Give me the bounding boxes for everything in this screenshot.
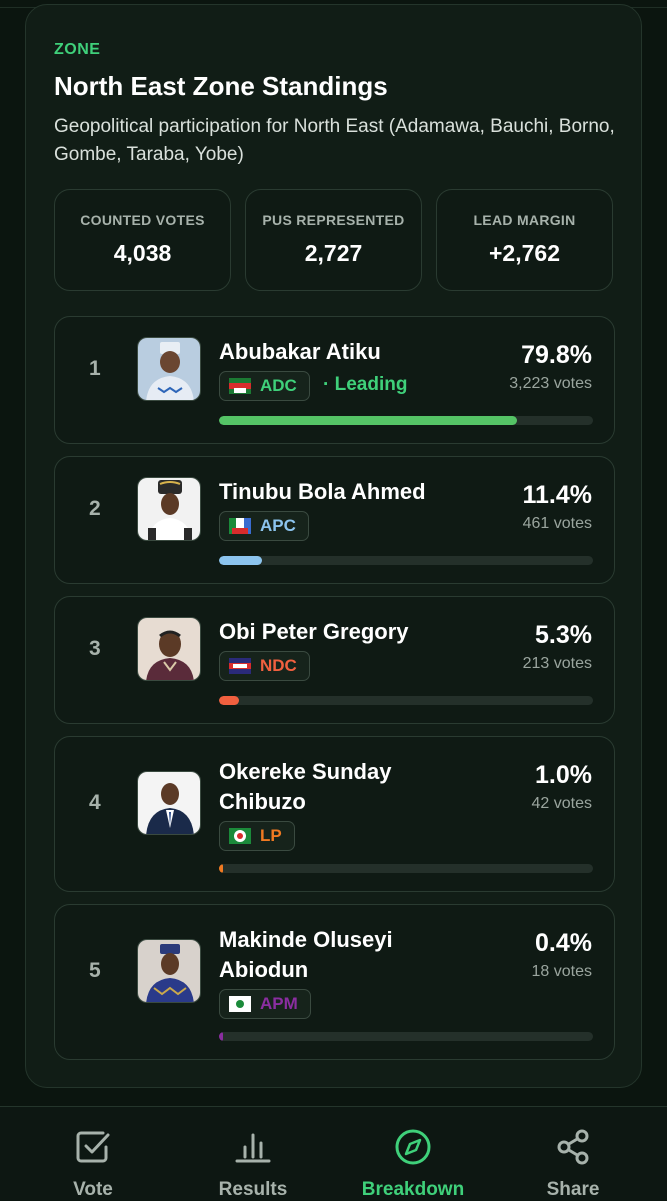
candidate-percent: 0.4% <box>535 929 592 957</box>
party-badge: APM <box>219 989 311 1019</box>
adc-flag-icon <box>229 378 251 394</box>
candidate-avatar <box>137 939 201 1003</box>
candidate-percent: 79.8% <box>521 341 592 369</box>
party-label: LP <box>260 826 282 845</box>
nav-label: Vote <box>73 1179 113 1200</box>
stat-value: 2,727 <box>304 240 363 266</box>
candidate-percent: 1.0% <box>535 761 592 789</box>
vote-share-fill <box>219 1032 223 1041</box>
compass-icon <box>395 1129 431 1165</box>
party-label: APC <box>260 516 296 535</box>
candidate-rank: 2 <box>89 497 101 520</box>
party-label: ADC <box>260 376 297 395</box>
vote-share-bar <box>219 1032 593 1041</box>
party-label: NDC <box>260 656 297 675</box>
candidate-name: Abubakar Atiku <box>219 339 381 364</box>
bar-chart-icon <box>235 1133 271 1163</box>
party-badge: ADC <box>219 371 310 401</box>
nav-item-vote[interactable]: Vote <box>10 1107 176 1201</box>
party-label: APM <box>260 994 298 1013</box>
zone-tag: ZONE <box>54 41 101 58</box>
stat-lead-margin: LEAD MARGIN +2,762 <box>436 189 613 291</box>
vote-share-bar <box>219 864 593 873</box>
candidate-votes: 3,223 votes <box>509 375 592 392</box>
apm-flag-icon <box>229 996 251 1012</box>
stat-pus-represented: PUS REPRESENTED 2,727 <box>245 189 422 291</box>
candidate-row[interactable]: 2 Tinubu Bola Ahmed APC 11.4% 461 votes <box>54 456 615 584</box>
candidate-rank: 4 <box>89 791 101 814</box>
stat-label: COUNTED VOTES <box>80 212 205 228</box>
candidate-row[interactable]: 5 Makinde Oluseyi Abiodun APM 0.4% 18 vo… <box>54 904 615 1060</box>
vote-share-fill <box>219 556 262 565</box>
stat-counted-votes: COUNTED VOTES 4,038 <box>54 189 231 291</box>
candidate-name: Makinde Oluseyi Abiodun <box>219 927 393 982</box>
nav-label: Share <box>546 1179 600 1200</box>
stat-value: +2,762 <box>489 240 560 266</box>
checkbox-icon <box>76 1131 110 1163</box>
candidate-votes: 461 votes <box>522 515 592 532</box>
candidate-votes: 18 votes <box>531 963 592 980</box>
leading-status: · Leading <box>323 374 408 395</box>
vote-share-fill <box>219 864 223 873</box>
nav-label: Breakdown <box>361 1179 465 1200</box>
candidate-votes: 42 votes <box>531 795 592 812</box>
candidate-avatar <box>137 771 201 835</box>
zone-standings-card: ZONE North East Zone Standings Geopoliti… <box>25 4 642 1088</box>
stat-label: PUS REPRESENTED <box>262 212 405 228</box>
candidate-row[interactable]: 4 Okereke Sunday Chibuzo LP 1.0% 42 vote… <box>54 736 615 892</box>
candidate-votes: 213 votes <box>522 655 592 672</box>
stat-label: LEAD MARGIN <box>473 212 576 228</box>
party-badge: LP <box>219 821 295 851</box>
apc-flag-icon <box>229 518 251 534</box>
candidate-percent: 5.3% <box>535 621 592 649</box>
ndc-flag-icon <box>229 658 251 674</box>
vote-share-fill <box>219 416 518 425</box>
candidate-name: Tinubu Bola Ahmed <box>219 479 426 504</box>
candidate-name: Obi Peter Gregory <box>219 619 409 644</box>
nav-item-results[interactable]: Results <box>170 1107 336 1201</box>
candidate-rank: 5 <box>89 959 101 982</box>
vote-share-fill <box>219 696 239 705</box>
vote-share-bar <box>219 556 593 565</box>
candidate-rank: 1 <box>89 357 101 380</box>
lp-flag-icon <box>229 828 251 844</box>
candidate-avatar <box>137 617 201 681</box>
candidate-name: Okereke Sunday Chibuzo <box>219 759 392 814</box>
bottom-nav: Vote Results Breakdown Share <box>0 1106 667 1200</box>
share-icon <box>557 1129 589 1165</box>
stat-value: 4,038 <box>113 240 172 266</box>
page-title: North East Zone Standings <box>54 71 388 101</box>
candidate-percent: 11.4% <box>522 481 592 509</box>
candidate-avatar <box>137 337 201 401</box>
nav-item-breakdown[interactable]: Breakdown <box>330 1107 496 1201</box>
party-badge: NDC <box>219 651 310 681</box>
candidate-row[interactable]: 1 Abubakar Atiku ADC · Leading 79.8% 3,2… <box>54 316 615 444</box>
vote-share-bar <box>219 416 593 425</box>
nav-item-share[interactable]: Share <box>490 1107 656 1201</box>
vote-share-bar <box>219 696 593 705</box>
zone-description: Geopolitical participation for North Eas… <box>54 116 615 165</box>
candidate-avatar <box>137 477 201 541</box>
candidate-rank: 3 <box>89 637 101 660</box>
candidate-row[interactable]: 3 Obi Peter Gregory NDC 5.3% 213 votes <box>54 596 615 724</box>
nav-label: Results <box>218 1179 288 1200</box>
party-badge: APC <box>219 511 309 541</box>
